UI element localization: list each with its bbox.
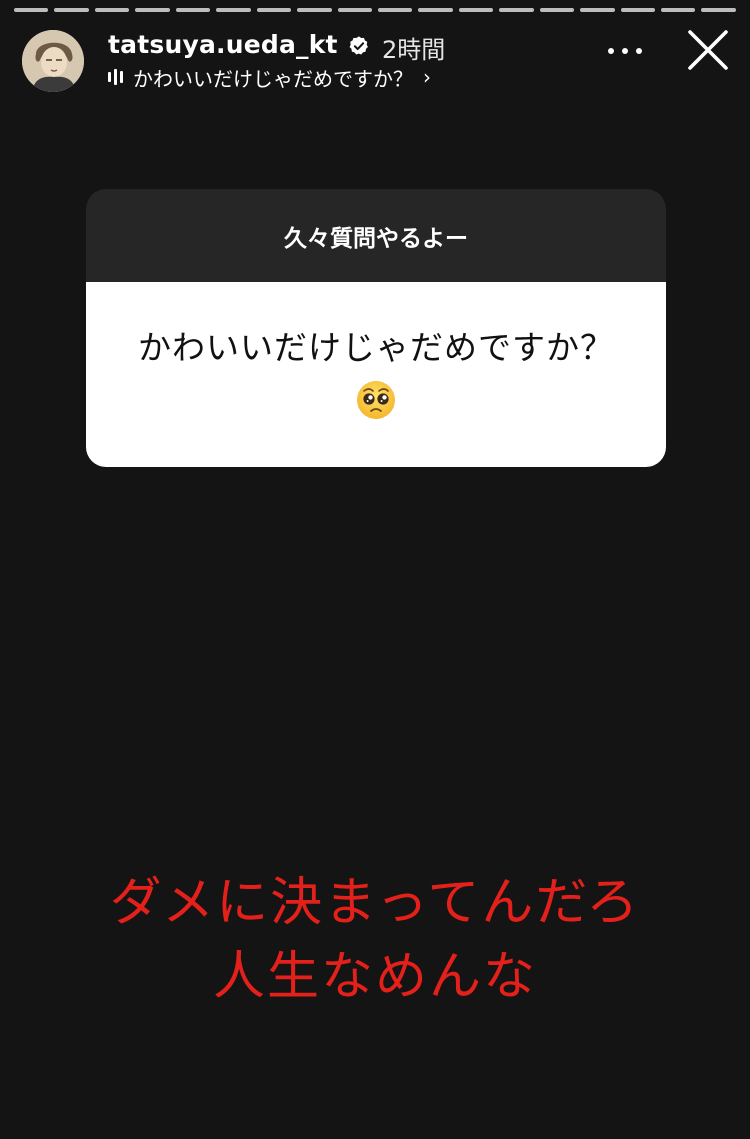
- avatar-portrait-icon: [22, 30, 84, 92]
- username[interactable]: tatsuya.ueda_kt: [108, 30, 338, 59]
- question-link-text: かわいいだけじゃだめですか？: [133, 66, 413, 91]
- audio-bars-icon: [108, 68, 123, 86]
- more-options-button[interactable]: [608, 46, 642, 56]
- progress-segment: [620, 8, 655, 12]
- close-icon[interactable]: [686, 28, 730, 72]
- more-dot: [636, 48, 642, 54]
- question-link[interactable]: かわいいだけじゃだめですか？ ›: [108, 64, 431, 91]
- answer-line-1: ダメに決まってんだろ: [109, 873, 641, 933]
- answer-line-2: 人生なめんな: [212, 947, 537, 1007]
- question-sticker-prompt: 久々質問やるよー: [86, 189, 666, 282]
- progress-segment: [701, 8, 736, 12]
- pleading-face-icon: [357, 380, 395, 419]
- progress-segment: [94, 8, 130, 12]
- question-sticker: 久々質問やるよー かわいいだけじゃだめですか？: [86, 189, 666, 467]
- more-dot: [622, 48, 628, 54]
- more-dot: [608, 48, 614, 54]
- progress-segment: [175, 8, 211, 12]
- question-text: かわいいだけじゃだめですか？: [138, 327, 614, 367]
- progress-segment: [499, 8, 534, 12]
- post-time: 2時間: [382, 36, 446, 64]
- progress-segment: [256, 8, 292, 12]
- progress-segment: [661, 8, 696, 12]
- progress-segment: [297, 8, 332, 12]
- story-header: tatsuya.ueda_kt 2時間 かわいいだけじゃだめですか？ ›: [22, 28, 730, 92]
- answer-text: ダメに決まってんだろ 人生なめんな: [0, 866, 750, 1014]
- avatar[interactable]: [22, 30, 84, 92]
- question-sticker-body: かわいいだけじゃだめですか？: [86, 282, 666, 467]
- chevron-right-icon: ›: [423, 65, 431, 89]
- progress-segment: [377, 8, 413, 12]
- progress-segment: [580, 8, 615, 12]
- progress-segment: [135, 8, 170, 12]
- verified-badge-icon: [349, 36, 368, 55]
- progress-segment: [54, 8, 89, 12]
- progress-segment: [337, 8, 372, 12]
- story-progress-bar: [14, 8, 736, 12]
- progress-segment: [539, 8, 575, 12]
- progress-segment: [14, 8, 49, 12]
- progress-segment: [458, 8, 494, 12]
- progress-segment: [216, 8, 251, 12]
- progress-segment: [418, 8, 453, 12]
